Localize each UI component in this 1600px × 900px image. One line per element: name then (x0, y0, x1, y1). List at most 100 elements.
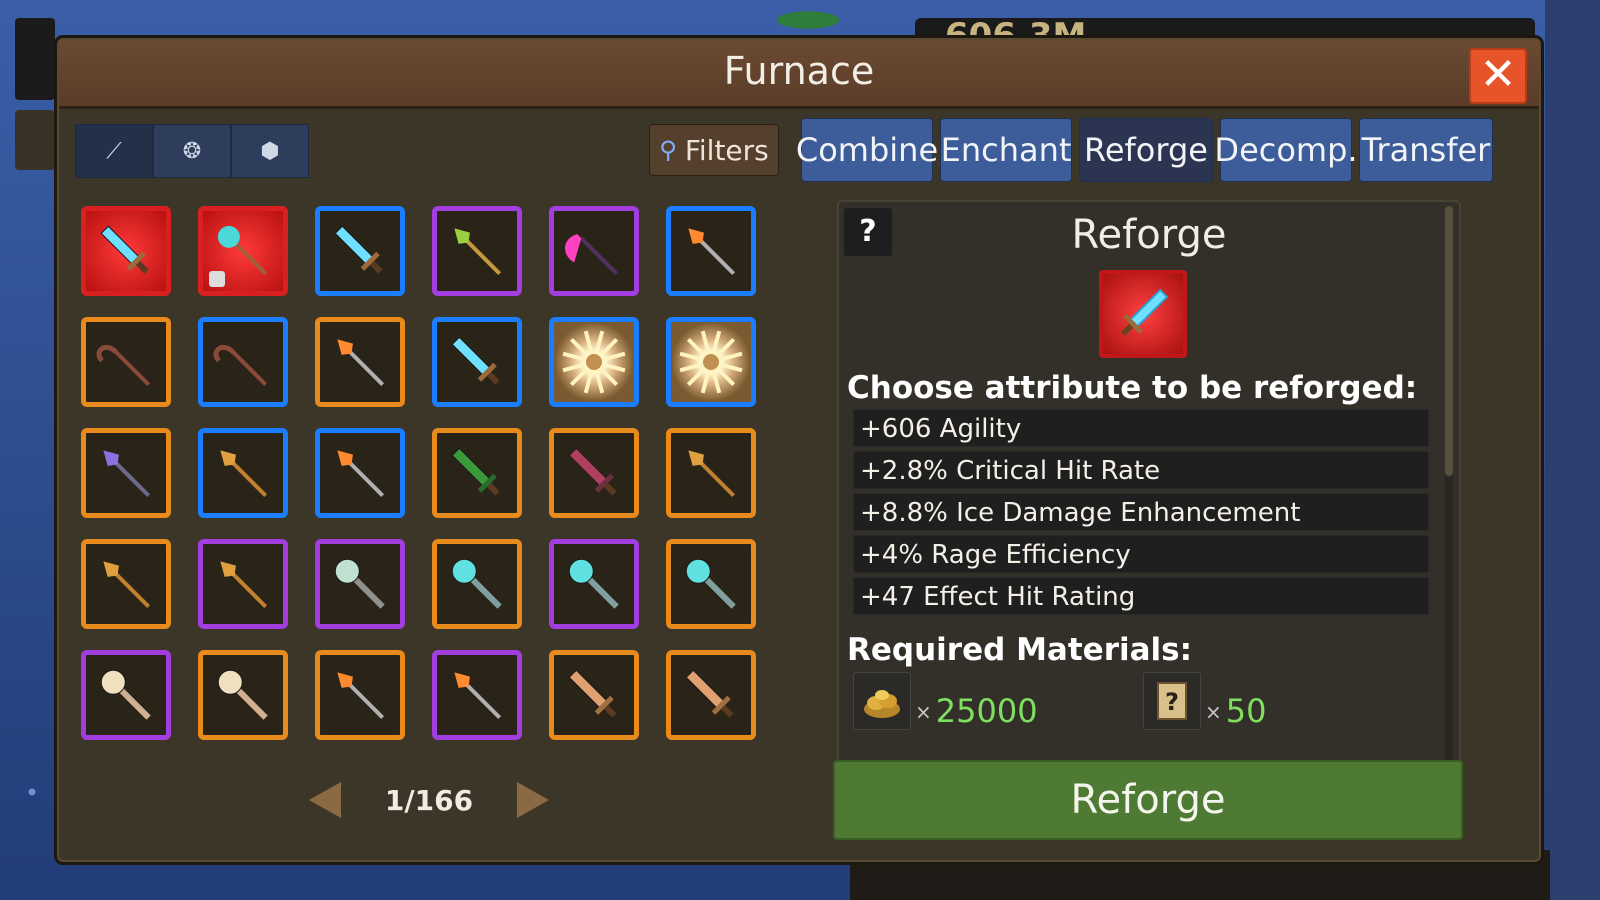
panel-title: Reforge (1071, 212, 1227, 258)
choose-attribute-label: Choose attribute to be reforged: (847, 370, 1418, 406)
wrench-icon: ⚲ (659, 136, 677, 164)
next-page-arrow-icon[interactable] (517, 782, 549, 818)
inventory-slot[interactable] (666, 317, 756, 407)
inventory-slot[interactable] (81, 428, 171, 518)
inventory-slot[interactable] (81, 539, 171, 629)
pager: 1/166 (309, 780, 549, 820)
page-indicator: 1/166 (384, 784, 474, 817)
inventory-slot[interactable] (198, 650, 288, 740)
reforge-button[interactable]: Reforge (833, 760, 1463, 840)
mace-cyan-icon (568, 558, 619, 609)
inventory-slot[interactable] (549, 539, 639, 629)
close-button[interactable]: ✕ (1469, 48, 1527, 104)
inventory-slot[interactable] (549, 206, 639, 296)
tab-reforge[interactable]: Reforge (1079, 118, 1213, 182)
material-multiplier: × (1205, 700, 1222, 724)
mace-cyan-icon (451, 558, 502, 609)
gem-icon: ⬢ (260, 138, 280, 164)
inventory-grid (81, 206, 771, 740)
attribute-option[interactable]: +2.8% Critical Hit Rate (853, 451, 1429, 489)
inventory-slot[interactable] (81, 206, 171, 296)
category-tab-gems[interactable]: ⬢ (231, 124, 309, 178)
sword-icon (100, 225, 149, 274)
attribute-option[interactable]: +606 Agility (853, 409, 1429, 447)
inventory-slot[interactable] (81, 650, 171, 740)
material-scroll: ? × 50 (1143, 672, 1267, 730)
inventory-slot[interactable] (432, 650, 522, 740)
material-gold: × 25000 (853, 672, 1038, 730)
mystery-scroll-icon: ? (1143, 672, 1201, 730)
close-icon: ✕ (1479, 49, 1517, 100)
sword-icon: ⟋ (106, 138, 122, 164)
bone-club-icon (217, 669, 268, 720)
inventory-slot[interactable] (432, 539, 522, 629)
staff-gold-icon (688, 450, 736, 498)
inventory-slot[interactable] (666, 539, 756, 629)
inventory-slot[interactable] (81, 317, 171, 407)
staff-fire-icon (688, 228, 736, 276)
sword-icon (334, 225, 383, 274)
scrollbar-thumb[interactable] (1445, 206, 1453, 476)
inventory-slot[interactable] (666, 428, 756, 518)
title-bar: Furnace ✕ (59, 40, 1539, 109)
attribute-option[interactable]: +8.8% Ice Damage Enhancement (853, 493, 1429, 531)
category-tab-weapons[interactable]: ⟋ (75, 124, 153, 178)
inventory-slot[interactable] (198, 206, 288, 296)
function-tabs: Combine Enchant Reforge Decomp. Transfer (796, 118, 1493, 182)
attribute-option[interactable]: +4% Rage Efficiency (853, 535, 1429, 573)
hook-icon (213, 344, 268, 387)
sword-icon (451, 336, 500, 385)
attribute-option[interactable]: +47 Effect Hit Rating (853, 577, 1429, 615)
lock-icon (209, 271, 225, 287)
materials-list: × 25000 ? × 50 (853, 672, 1453, 734)
material-quantity: 50 (1225, 692, 1267, 730)
inventory-slot[interactable] (315, 206, 405, 296)
inventory-slot[interactable] (549, 650, 639, 740)
staff-fire-icon (454, 672, 502, 720)
staff-purple-icon (103, 450, 151, 498)
filters-button[interactable]: ⚲ Filters (649, 124, 779, 176)
staff-fire-icon (337, 339, 385, 387)
inventory-slot[interactable] (315, 428, 405, 518)
filters-label: Filters (684, 133, 769, 167)
left-hud-button[interactable] (15, 110, 55, 170)
staff-fire-icon (337, 672, 385, 720)
inventory-slot[interactable] (198, 317, 288, 407)
window-title: Furnace (723, 49, 875, 93)
required-materials-label: Required Materials: (847, 632, 1192, 668)
tab-transfer[interactable]: Transfer (1359, 118, 1493, 182)
burst-icon (562, 330, 626, 394)
club-icon (685, 669, 734, 718)
panel-scrollbar[interactable] (1445, 206, 1453, 761)
tab-enchant[interactable]: Enchant (940, 118, 1072, 182)
category-tab-armor[interactable]: ❂ (153, 124, 231, 178)
inventory-slot[interactable] (315, 317, 405, 407)
inventory-slot[interactable] (432, 428, 522, 518)
furnace-window: Furnace ✕ ⟋ ❂ ⬢ ⚲ Filters 1/166 Combine … (57, 38, 1541, 862)
leaf-icon (451, 447, 500, 496)
inventory-slot[interactable] (666, 206, 756, 296)
sword-icon (1121, 288, 1169, 336)
inventory-slot[interactable] (432, 317, 522, 407)
inventory-slot[interactable] (198, 539, 288, 629)
inventory-slot[interactable] (432, 206, 522, 296)
inventory-slot[interactable] (315, 539, 405, 629)
material-multiplier: × (915, 700, 932, 724)
staff-fire-icon (337, 450, 385, 498)
spear-green-icon (454, 228, 502, 276)
scythe-rainbow-icon (565, 234, 619, 276)
tab-decomp[interactable]: Decomp. (1214, 118, 1358, 182)
inventory-slot[interactable] (549, 428, 639, 518)
inventory-slot[interactable] (315, 650, 405, 740)
mace-cyan-icon (685, 558, 736, 609)
mace-silver-icon (334, 558, 385, 609)
inventory-slot[interactable] (549, 317, 639, 407)
reforge-panel: ? Reforge Choose attribute to be reforge… (837, 200, 1461, 769)
burst-icon (679, 330, 743, 394)
club-icon (568, 669, 617, 718)
material-quantity: 25000 (935, 692, 1038, 730)
selected-item-slot[interactable] (1099, 270, 1187, 358)
inventory-slot[interactable] (198, 428, 288, 518)
tab-combine[interactable]: Combine (796, 118, 938, 182)
inventory-slot[interactable] (666, 650, 756, 740)
